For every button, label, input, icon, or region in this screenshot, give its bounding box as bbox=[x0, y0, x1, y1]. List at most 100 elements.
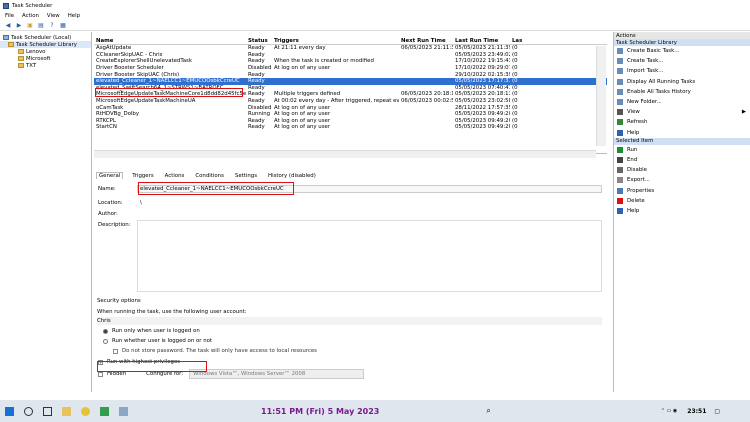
chevron-right-icon: ▶ bbox=[741, 109, 746, 116]
action-help[interactable]: Help bbox=[614, 206, 750, 216]
user-account-value: Chris bbox=[97, 318, 111, 324]
location-value: \ bbox=[140, 200, 142, 206]
table-row[interactable]: MicrosoftEdgeUpdateTaskMachineUA Ready At … bbox=[94, 98, 607, 105]
table-cell: 05/05/2023 23:02:58 bbox=[455, 98, 510, 105]
help-icon[interactable]: ? bbox=[48, 21, 56, 29]
table-cell: StartCN bbox=[96, 124, 117, 131]
configure-select[interactable]: Windows Vista™, Windows Server™ 2008 bbox=[189, 369, 365, 379]
action-export[interactable]: Export... bbox=[614, 175, 750, 185]
table-row[interactable]: CCleanerSkipUAC - Chris Ready 05/05/2023 2… bbox=[94, 52, 607, 59]
action-delete[interactable]: Delete bbox=[614, 196, 750, 206]
column-status[interactable]: Status bbox=[246, 38, 272, 44]
table-cell: Ready bbox=[248, 117, 265, 124]
export-icon bbox=[617, 177, 623, 184]
action-help[interactable]: Help bbox=[614, 128, 750, 138]
checkbox-icon[interactable] bbox=[113, 348, 118, 354]
table-cell: elevated_Ccleaner_1~NAELCC1~EMUCOOsbkCcr… bbox=[96, 78, 240, 85]
app-icon[interactable] bbox=[100, 406, 109, 416]
tab-settings[interactable]: Settings bbox=[233, 173, 259, 179]
table-row[interactable]: Driver Booster Scheduler Disabled At log o… bbox=[94, 65, 607, 72]
table-cell: (0 bbox=[512, 58, 518, 65]
enable-all-tasks-history-icon bbox=[617, 88, 623, 95]
tree-root[interactable]: Task Scheduler (Local) bbox=[0, 34, 91, 41]
tree-folder-microsoft[interactable]: Microsoft bbox=[0, 55, 91, 62]
menu-help[interactable]: Help bbox=[68, 13, 80, 19]
tab-conditions[interactable]: Conditions bbox=[193, 173, 226, 179]
table-cell: At log on of any user bbox=[274, 104, 331, 111]
properties-icon bbox=[617, 187, 623, 194]
table-cell: Ready bbox=[248, 71, 265, 78]
tree-library[interactable]: Task Scheduler Library bbox=[0, 41, 91, 48]
action-view[interactable]: View ▶ bbox=[614, 107, 750, 117]
table-cell: (0 bbox=[512, 98, 518, 105]
actions-section-selected[interactable]: Selected Item bbox=[614, 137, 750, 145]
notification-icon[interactable]: ▢ bbox=[714, 408, 720, 415]
task-scheduler-taskbar-icon[interactable] bbox=[119, 406, 128, 416]
radio-selected-icon[interactable] bbox=[103, 328, 108, 334]
table-cell: 06/05/2023 00:02:57 bbox=[401, 98, 453, 105]
table-row[interactable]: elevated_Ccleaner_1~NAELCC1~EMUCOOsbkCcr… bbox=[94, 77, 607, 85]
folder-up-icon[interactable]: ▣ bbox=[26, 21, 34, 29]
table-row[interactable]: oCamTask Disabled At log on of any user 28/… bbox=[94, 104, 607, 111]
table-cell: 28/11/2022 17:57:35 bbox=[455, 104, 510, 111]
search-icon[interactable] bbox=[24, 406, 33, 416]
tree-folder-lenovo[interactable]: Lenovo bbox=[0, 48, 91, 55]
task-scheduler-app-icon bbox=[3, 2, 9, 9]
action-disable[interactable]: Disable bbox=[614, 165, 750, 175]
table-cell: Ready bbox=[248, 78, 265, 85]
windows-start-icon[interactable] bbox=[5, 406, 14, 416]
taskbar-clock[interactable]: 23:51 bbox=[687, 408, 706, 415]
action-run[interactable]: Run bbox=[614, 145, 750, 155]
column-last-result[interactable]: Las bbox=[510, 38, 607, 44]
action-enable-all-tasks-history[interactable]: Enable All Tasks History bbox=[614, 87, 750, 97]
action-refresh[interactable]: Refresh bbox=[614, 117, 750, 127]
tab-general[interactable]: General bbox=[96, 172, 124, 179]
console-icon[interactable]: ▦ bbox=[59, 21, 67, 29]
column-last-run[interactable]: Last Run Time bbox=[453, 38, 510, 44]
tab-actions[interactable]: Actions bbox=[163, 173, 187, 179]
table-row[interactable]: StartCN Ready At log on of any user 05/05/2… bbox=[94, 124, 607, 131]
actions-section-library[interactable]: Task Scheduler Library bbox=[614, 39, 750, 46]
radio-logged-on[interactable]: Run only when user is logged on bbox=[97, 327, 602, 335]
console-tree-icon[interactable]: ▤ bbox=[37, 21, 45, 29]
table-cell: Ready bbox=[248, 84, 265, 91]
description-field[interactable] bbox=[137, 220, 602, 292]
action-end[interactable]: End bbox=[614, 155, 750, 165]
action-properties[interactable]: Properties bbox=[614, 185, 750, 195]
column-triggers[interactable]: Triggers bbox=[272, 38, 399, 44]
new-folder-icon bbox=[617, 99, 623, 106]
back-icon[interactable]: ◀ bbox=[4, 21, 12, 29]
radio-logged-or-not[interactable]: Run whether user is logged on or not bbox=[97, 337, 602, 345]
forward-icon[interactable]: ▶ bbox=[15, 21, 23, 29]
menu-file[interactable]: File bbox=[5, 13, 14, 19]
action-display-all-running-tasks[interactable]: Display All Running Tasks bbox=[614, 77, 750, 87]
action-create-task[interactable]: Create Task... bbox=[614, 56, 750, 66]
action-create-basic-task[interactable]: Create Basic Task... bbox=[614, 46, 750, 56]
run-account-text: When running the task, use the following… bbox=[97, 309, 247, 315]
table-row[interactable]: CreateExplorerShellUnelevatedTask Ready Wh… bbox=[94, 58, 607, 65]
checkbox-no-password[interactable]: Do not store password. The task will onl… bbox=[97, 347, 602, 355]
task-view-icon[interactable] bbox=[43, 406, 52, 416]
menu-action[interactable]: Action bbox=[22, 13, 39, 19]
column-name[interactable]: Name bbox=[94, 38, 246, 44]
system-tray[interactable]: ⌃ ▭ ◉ bbox=[661, 408, 677, 414]
task-list-vertical-scrollbar[interactable] bbox=[596, 46, 606, 146]
column-next-run[interactable]: Next Run Time bbox=[399, 38, 453, 44]
file-explorer-icon[interactable] bbox=[62, 406, 71, 416]
table-row[interactable]: AsgAtUpdate Ready At 21:11 every day 06/05/… bbox=[94, 45, 607, 52]
radio-icon[interactable] bbox=[103, 338, 108, 344]
tree-folder-txt[interactable]: TXT bbox=[0, 62, 91, 69]
task-list-horizontal-scrollbar[interactable] bbox=[94, 150, 596, 158]
tab-triggers[interactable]: Triggers bbox=[130, 173, 155, 179]
action-new-folder[interactable]: New Folder... bbox=[614, 97, 750, 107]
checkbox-icon[interactable] bbox=[98, 371, 103, 377]
folder-icon bbox=[18, 56, 24, 61]
action-import-task[interactable]: Import Task... bbox=[614, 66, 750, 76]
table-row[interactable]: RtHDVBg_Dolby Running At log on of any use… bbox=[94, 111, 607, 118]
menu-view[interactable]: View bbox=[47, 13, 60, 19]
tab-history[interactable]: History (disabled) bbox=[266, 173, 318, 179]
chrome-icon[interactable] bbox=[81, 406, 90, 416]
table-cell: Driver Booster Scheduler bbox=[96, 65, 164, 72]
table-row[interactable]: Driver Booster SkipUAC (Chris) Ready 29/10… bbox=[94, 71, 607, 78]
table-row[interactable]: RTKCPL Ready At log on of any user 05/05/20… bbox=[94, 118, 607, 125]
